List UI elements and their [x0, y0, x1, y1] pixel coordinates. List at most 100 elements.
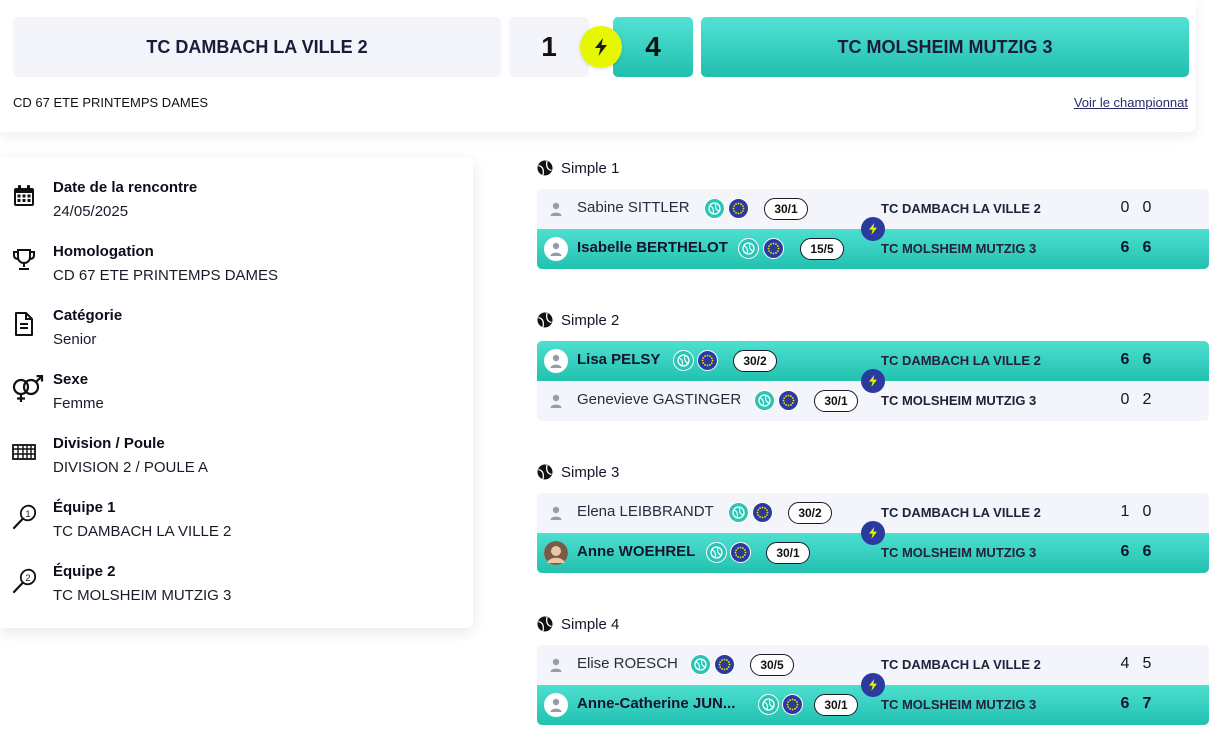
info-sex: Sexe Femme	[0, 371, 473, 421]
player-name[interactable]: Elena LEIBBRANDT	[577, 503, 714, 520]
ranking-badge: 30/1	[814, 694, 858, 716]
set-score-2: 6	[1142, 351, 1152, 368]
player-avatar-icon	[544, 693, 568, 717]
player-avatar-icon	[544, 389, 568, 413]
player-name[interactable]: Anne WOEHREL	[577, 543, 695, 560]
player-team: TC DAMBACH LA VILLE 2	[881, 505, 1041, 520]
lightning-icon	[580, 26, 622, 68]
match-simple-2: Simple 2 Lisa PELSY 30/2 TC DAMBACH LA VILL…	[537, 309, 1209, 421]
tennis-ball-icon	[537, 616, 553, 632]
match-info-card: Date de la rencontre 24/05/2025 Homologa…	[0, 157, 473, 628]
svg-text:1: 1	[25, 509, 30, 519]
match-header: TC DAMBACH LA VILLE 2 1 4 TC MOLSHEIM MU…	[0, 0, 1196, 132]
racket-2-icon: 2	[11, 567, 37, 594]
set-score-2: 7	[1142, 695, 1152, 712]
player-name[interactable]: Elise ROESCH	[577, 655, 678, 672]
tennis-badge-icon	[704, 198, 725, 219]
info-label: Catégorie	[53, 307, 123, 324]
set-score-1: 0	[1120, 199, 1130, 216]
player-name[interactable]: Anne-Catherine JUN...	[577, 695, 735, 712]
player-photo	[544, 541, 568, 565]
match-title-text: Simple 4	[561, 615, 620, 633]
svg-text:2: 2	[25, 573, 30, 583]
racket-1-icon: 1	[11, 503, 37, 530]
info-value: Femme	[53, 395, 104, 412]
player-team: TC MOLSHEIM MUTZIG 3	[881, 545, 1037, 560]
info-value: DIVISION 2 / POULE A	[53, 459, 209, 476]
info-homologation: Homologation CD 67 ETE PRINTEMPS DAMES	[0, 243, 473, 293]
info-value: Senior	[53, 331, 97, 348]
player-team: TC MOLSHEIM MUTZIG 3	[881, 241, 1037, 256]
eu-flag-icon	[778, 390, 799, 411]
info-label: Date de la rencontre	[53, 179, 198, 196]
match-title: Simple 2	[537, 309, 619, 331]
player-name[interactable]: Isabelle BERTHELOT	[577, 239, 728, 256]
tennis-badge-icon	[758, 694, 779, 715]
match-title: Simple 1	[537, 157, 619, 179]
eu-flag-icon	[728, 198, 749, 219]
tennis-badge-icon	[754, 390, 775, 411]
ranking-badge: 30/1	[764, 198, 808, 220]
info-label: Sexe	[53, 371, 89, 388]
player-team: TC MOLSHEIM MUTZIG 3	[881, 393, 1037, 408]
trophy-icon	[11, 247, 37, 273]
ranking-badge: 30/2	[733, 350, 777, 372]
home-score: 1	[509, 17, 589, 77]
lightning-icon	[861, 673, 885, 697]
eu-flag-icon	[782, 694, 803, 715]
eu-flag-icon	[730, 542, 751, 563]
player-avatar-icon	[544, 501, 568, 525]
info-value: 24/05/2025	[53, 203, 129, 220]
lightning-icon	[861, 521, 885, 545]
player-avatar-icon	[544, 349, 568, 373]
match-simple-3: Simple 3 Elena LEIBBRANDT 30/2 TC DAMBACH L…	[537, 461, 1209, 573]
ranking-badge: 15/5	[800, 238, 844, 260]
info-team-1: 1 Équipe 1 TC DAMBACH LA VILLE 2	[0, 499, 473, 549]
info-label: Équipe 2	[53, 563, 116, 580]
tennis-ball-icon	[537, 464, 553, 480]
ranking-badge: 30/2	[788, 502, 832, 524]
set-score-1: 1	[1120, 503, 1130, 520]
set-score-2: 6	[1142, 543, 1152, 560]
set-score-2: 2	[1142, 391, 1152, 408]
match-title: Simple 4	[537, 613, 619, 635]
eu-flag-icon	[697, 350, 718, 371]
player-name[interactable]: Genevieve GASTINGER	[577, 391, 741, 408]
set-score-2: 0	[1142, 199, 1152, 216]
player-name[interactable]: Lisa PELSY	[577, 351, 660, 368]
player-team: TC MOLSHEIM MUTZIG 3	[881, 697, 1037, 712]
info-team-2: 2 Équipe 2 TC MOLSHEIM MUTZIG 3	[0, 563, 473, 613]
ranking-badge: 30/1	[814, 390, 858, 412]
info-label: Homologation	[53, 243, 154, 260]
lightning-icon	[861, 217, 885, 241]
set-score-2: 0	[1142, 503, 1152, 520]
ranking-badge: 30/5	[750, 654, 794, 676]
gender-icon	[11, 374, 45, 402]
set-score-1: 6	[1120, 351, 1130, 368]
lightning-icon	[861, 369, 885, 393]
competition-name: CD 67 ETE PRINTEMPS DAMES	[13, 95, 209, 110]
set-score-1: 4	[1120, 655, 1130, 672]
player-team: TC DAMBACH LA VILLE 2	[881, 353, 1041, 368]
tennis-badge-icon	[728, 502, 749, 523]
match-title: Simple 3	[537, 461, 619, 483]
tennis-ball-icon	[537, 160, 553, 176]
championship-link[interactable]: Voir le championnat	[1074, 95, 1188, 110]
match-title-text: Simple 3	[561, 463, 620, 481]
set-score-2: 6	[1142, 239, 1152, 256]
document-icon	[11, 311, 37, 337]
home-team-name[interactable]: TC DAMBACH LA VILLE 2	[13, 17, 501, 77]
match-simple-1: Simple 1 Sabine SITTLER 30/1 TC DAMBACH LA …	[537, 157, 1209, 269]
match-title-text: Simple 2	[561, 311, 620, 329]
set-score-1: 6	[1120, 239, 1130, 256]
away-team-name[interactable]: TC MOLSHEIM MUTZIG 3	[701, 17, 1189, 77]
player-avatar-icon	[544, 237, 568, 261]
grid-icon	[11, 439, 37, 465]
ranking-badge: 30/1	[766, 542, 810, 564]
player-name[interactable]: Sabine SITTLER	[577, 199, 690, 216]
set-score-2: 5	[1142, 655, 1152, 672]
eu-flag-icon	[752, 502, 773, 523]
player-avatar-icon	[544, 653, 568, 677]
tennis-ball-icon	[537, 312, 553, 328]
tennis-badge-icon	[738, 238, 759, 259]
